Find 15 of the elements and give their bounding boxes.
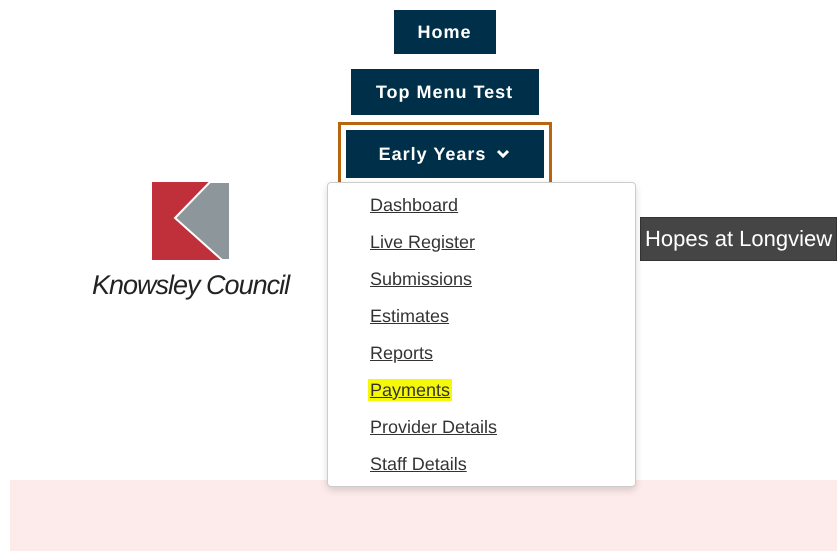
nav-button[interactable]: Top Menu Test <box>350 69 538 115</box>
logo-icon <box>152 182 230 260</box>
menu-link[interactable]: Live Register <box>370 224 476 261</box>
nav-dropdown-button[interactable]: Early Years <box>346 130 544 178</box>
provider-bar: Hopes at Longview <box>640 217 837 261</box>
menu-link[interactable]: Payments <box>368 379 452 401</box>
menu-link[interactable]: Submissions <box>370 261 472 298</box>
menu-link[interactable]: Provider Details <box>370 409 498 446</box>
chevron-icon <box>496 149 510 159</box>
menu-link[interactable]: Dashboard <box>370 187 458 224</box>
menu-link[interactable]: Staff Details <box>370 446 467 483</box>
menu-link[interactable]: Estimates <box>370 298 450 335</box>
menu-link[interactable]: Reports <box>370 335 434 372</box>
nav-button[interactable]: Home <box>394 10 496 54</box>
logo-text: Knowsley Council <box>92 270 290 301</box>
